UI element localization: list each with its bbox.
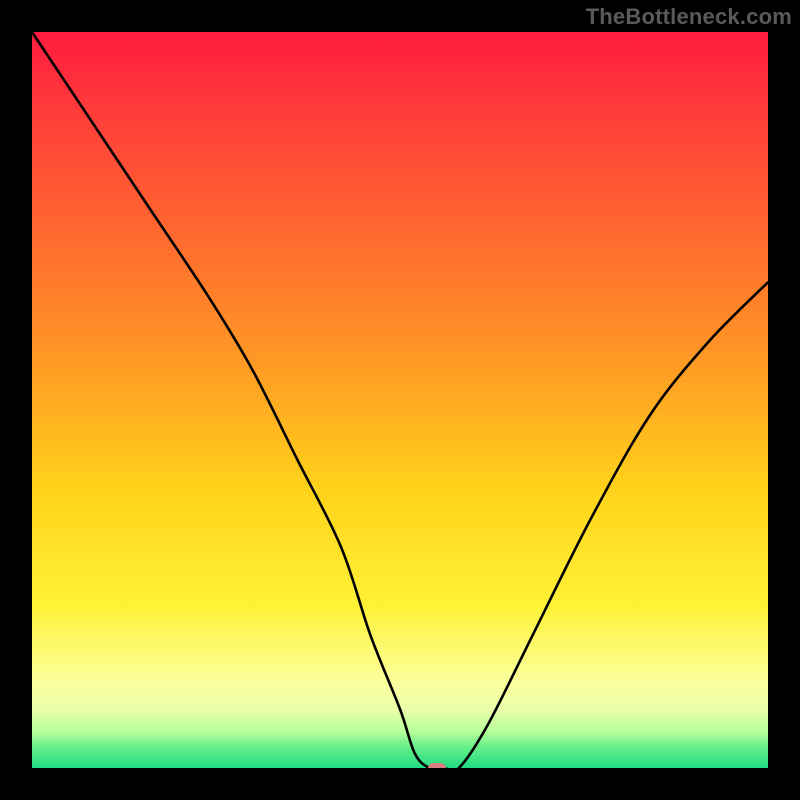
curve-path (32, 32, 768, 768)
watermark-text: TheBottleneck.com (586, 4, 792, 30)
plot-area (32, 32, 768, 768)
bottleneck-curve (32, 32, 768, 768)
chart-frame: TheBottleneck.com (0, 0, 800, 800)
optimal-marker (428, 763, 446, 768)
